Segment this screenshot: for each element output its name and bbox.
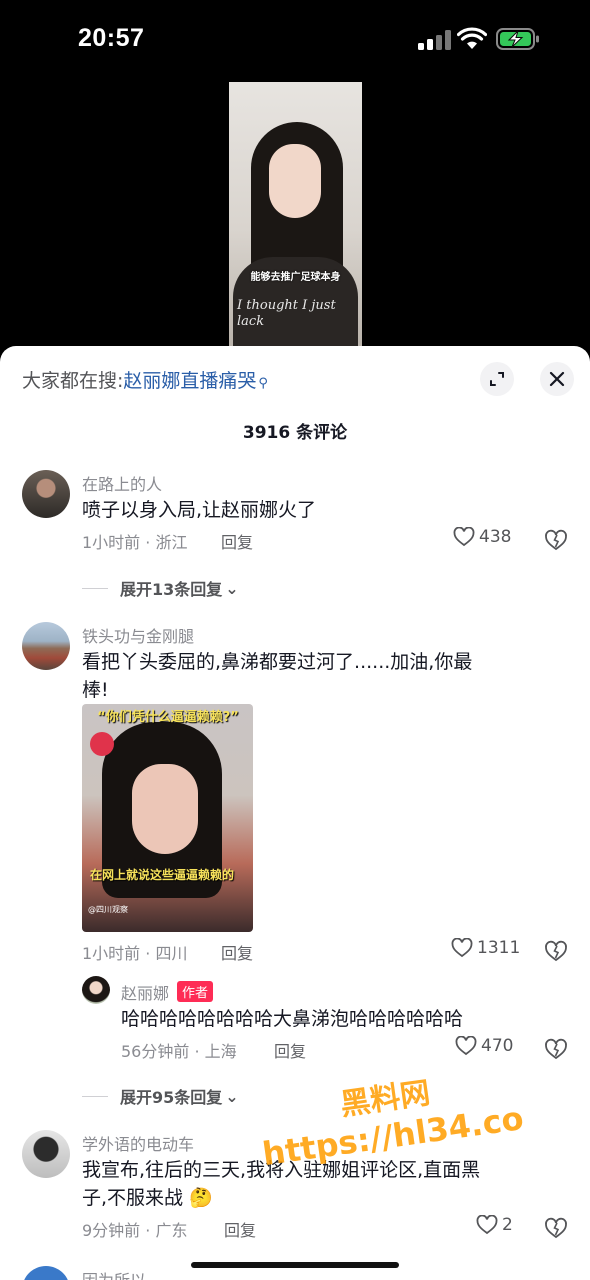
expand-button[interactable] <box>480 362 514 396</box>
comment-username[interactable]: 在路上的人 <box>82 471 162 495</box>
dislike-icon[interactable] <box>544 1217 568 1239</box>
video-shirt-text: I thought I just lack <box>237 298 336 329</box>
chevron-down-icon: ⌄ <box>225 1086 239 1106</box>
comment-meta: 1小时前 · 浙江 <box>82 533 188 552</box>
avatar[interactable] <box>22 622 70 670</box>
comment-text: 喷子以身入局,让赵丽娜火了 <box>82 499 317 521</box>
reply-button[interactable]: 回复 <box>221 940 253 964</box>
image-source: @四川观察 <box>88 905 128 914</box>
comment-username[interactable]: 学外语的电动车 <box>82 1131 194 1155</box>
comment-meta: 9分钟前 · 广东 <box>82 1221 188 1240</box>
close-icon <box>549 371 565 387</box>
expand-icon <box>490 372 504 386</box>
search-suggestion[interactable]: 大家都在搜:赵丽娜直播痛哭 ⚲ <box>22 366 268 393</box>
image-banner-text: “你们凭什么逼逼赖赖?” <box>97 710 239 725</box>
expand-replies-button[interactable]: 展开13条回复 ⌄ <box>82 576 239 600</box>
like-button[interactable]: 438 <box>453 527 511 547</box>
image-person-face <box>132 764 198 854</box>
status-time: 20:57 <box>78 24 145 52</box>
close-button[interactable] <box>540 362 574 396</box>
avatar[interactable] <box>22 1130 70 1178</box>
comment-count-title: 3916 条评论 <box>242 423 348 443</box>
expand-replies-label: 展开13条回复 <box>120 580 223 599</box>
avatar[interactable] <box>22 470 70 518</box>
reply-text: 哈哈哈哈哈哈哈哈大鼻涕泡哈哈哈哈哈哈 <box>121 1008 464 1030</box>
dislike-icon[interactable] <box>544 529 568 551</box>
thinking-emoji: 🤔 <box>189 1187 213 1209</box>
reply-button[interactable]: 回复 <box>274 1038 306 1062</box>
comment-text-line-2: 子,不服来战 🤔 <box>82 1184 213 1212</box>
avatar[interactable] <box>22 1266 70 1280</box>
comment-image[interactable]: “你们凭什么逼逼赖赖?” 在网上就说这些逼逼赖赖的 @四川观察 <box>82 704 253 932</box>
video-caption: 能够去推广足球本身 <box>250 272 341 283</box>
author-badge: 作者 <box>177 981 214 1002</box>
like-count: 2 <box>502 1215 513 1235</box>
comment-username[interactable]: 铁头功与金刚腿 <box>82 623 194 647</box>
heart-icon <box>453 527 475 547</box>
dislike-icon[interactable] <box>544 940 568 962</box>
expand-replies-button[interactable]: 展开95条回复 ⌄ <box>82 1084 239 1108</box>
divider <box>82 1095 108 1097</box>
comment-username[interactable]: 因为所以 <box>82 1267 146 1280</box>
image-badge-icon <box>90 732 114 756</box>
cellular-signal-icon <box>418 30 451 50</box>
status-bar: 20:57 <box>0 0 590 80</box>
author-avatar[interactable] <box>82 976 110 1004</box>
image-subtitle: 在网上就说这些逼逼赖赖的 <box>90 868 235 882</box>
search-icon: ⚲ <box>258 376 268 391</box>
reply-meta: 56分钟前 · 上海 <box>121 1042 237 1061</box>
heart-icon <box>476 1215 498 1235</box>
like-count: 1311 <box>477 938 521 958</box>
reply-username[interactable]: 赵丽娜 作者 <box>121 980 214 1004</box>
battery-charging-icon <box>496 28 539 50</box>
like-count: 470 <box>481 1036 514 1056</box>
like-count: 438 <box>479 527 512 547</box>
comment-text-line-1: 看把丫头委屈的,鼻涕都要过河了......加油,你最 <box>82 651 473 673</box>
chevron-down-icon: ⌄ <box>225 578 239 598</box>
wifi-icon <box>457 27 487 49</box>
expand-replies-label: 展开95条回复 <box>120 1088 223 1107</box>
reply-button[interactable]: 回复 <box>224 1217 256 1241</box>
reply-button[interactable]: 回复 <box>221 529 253 553</box>
comment-text-line-2-text: 子,不服来战 <box>82 1187 184 1209</box>
home-indicator[interactable] <box>191 1262 399 1268</box>
like-button[interactable]: 470 <box>455 1036 513 1056</box>
heart-icon <box>455 1036 477 1056</box>
video-person-face <box>269 144 321 218</box>
heart-icon <box>451 938 473 958</box>
comment-text-line-2: 棒! <box>82 679 109 701</box>
divider <box>82 587 108 589</box>
like-button[interactable]: 1311 <box>451 938 520 958</box>
video-preview[interactable]: 能够去推广足球本身 I thought I just lack <box>229 82 362 350</box>
comment-meta: 1小时前 · 四川 <box>82 944 188 963</box>
search-prefix: 大家都在搜: <box>22 370 124 392</box>
search-link[interactable]: 赵丽娜直播痛哭 <box>123 370 256 392</box>
like-button[interactable]: 2 <box>476 1215 513 1235</box>
reply-username-text: 赵丽娜 <box>121 984 170 1003</box>
